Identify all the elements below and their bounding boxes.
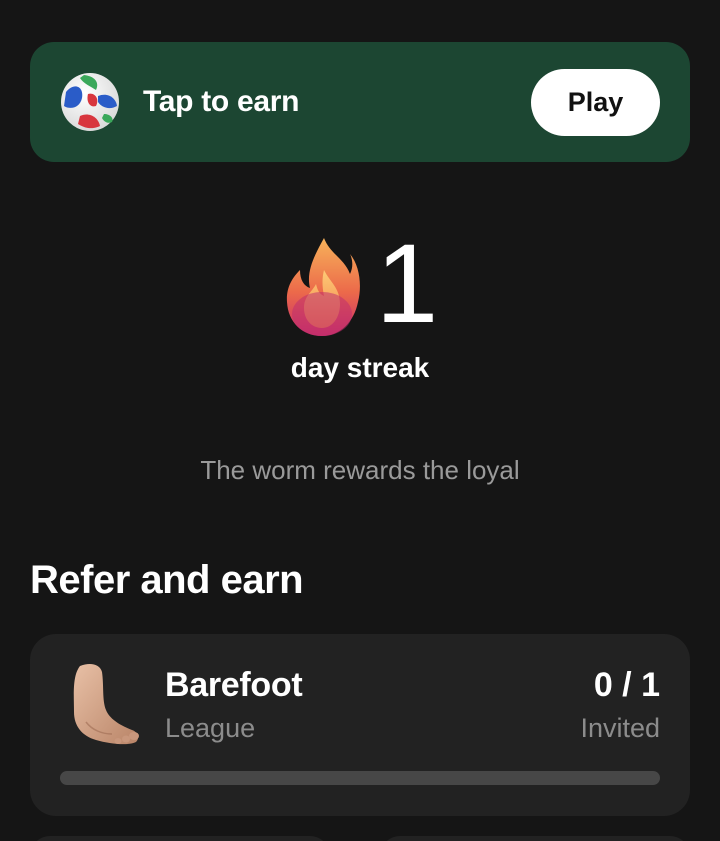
fire-icon	[286, 238, 360, 336]
invited-count: 0 / 1	[593, 666, 660, 704]
streak-display: 1	[0, 228, 720, 340]
streak-label: day streak	[290, 352, 430, 383]
streak-count: 1	[375, 221, 438, 346]
soccer-ball-icon	[61, 73, 119, 131]
invite-progress-bar	[60, 771, 660, 785]
invited-label: Invited	[580, 713, 660, 743]
league-subtitle: League	[165, 713, 256, 743]
bare-foot-icon	[73, 664, 139, 745]
streak-tagline: The worm rewards the loyal	[200, 455, 520, 485]
league-card[interactable]: Barefoot League 0 / 1 Invited	[30, 634, 690, 816]
refer-section-title: Refer and earn	[30, 558, 304, 602]
tap-to-earn-banner[interactable]: Tap to earn Play	[30, 42, 690, 162]
next-card-left[interactable]	[30, 836, 330, 841]
play-button[interactable]: Play	[531, 68, 660, 136]
page: Tap to earn Play 1 day streak The worm r…	[0, 0, 720, 841]
next-card-right[interactable]	[380, 836, 690, 841]
league-name: Barefoot	[165, 666, 303, 704]
banner-title: Tap to earn	[143, 85, 300, 118]
